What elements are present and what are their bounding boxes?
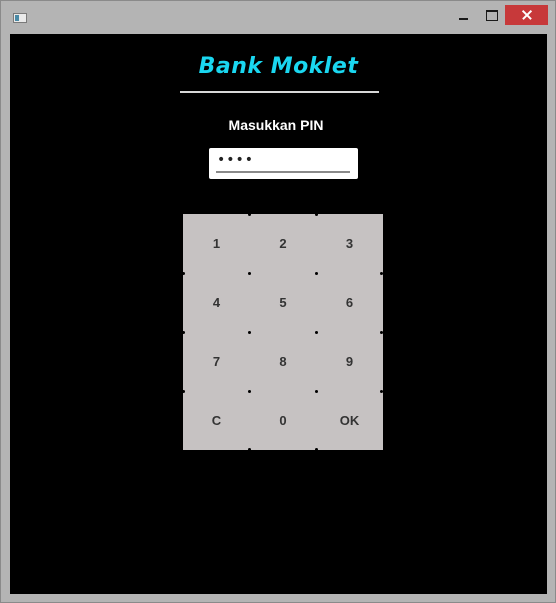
keypad-grid-dot xyxy=(315,448,318,451)
keypad-grid-dot xyxy=(248,390,251,393)
keypad-grid-dot xyxy=(248,213,251,216)
window-titlebar[interactable] xyxy=(1,1,555,33)
key-4[interactable]: 4 xyxy=(183,273,250,332)
key-2[interactable]: 2 xyxy=(250,214,316,273)
pin-label: Masukkan PIN xyxy=(228,117,324,133)
keypad: 1 2 3 4 5 6 7 8 9 C 0 OK xyxy=(183,214,383,450)
title-divider xyxy=(180,91,379,93)
keypad-grid-dot xyxy=(380,331,383,334)
keypad-grid-dot xyxy=(380,390,383,393)
app-icon[interactable] xyxy=(13,13,27,23)
key-7[interactable]: 7 xyxy=(183,332,250,391)
pin-input[interactable]: •••• xyxy=(209,148,358,179)
key-3[interactable]: 3 xyxy=(316,214,383,273)
key-1[interactable]: 1 xyxy=(183,214,250,273)
keypad-grid-dot xyxy=(182,331,185,334)
main-panel: Bank Moklet Masukkan PIN •••• 1 2 3 4 5 … xyxy=(10,34,547,594)
keypad-grid-dot xyxy=(315,272,318,275)
maximize-button[interactable] xyxy=(478,5,504,25)
close-button[interactable] xyxy=(505,5,548,25)
key-8[interactable]: 8 xyxy=(250,332,316,391)
keypad-grid-dot xyxy=(248,448,251,451)
key-9[interactable]: 9 xyxy=(316,332,383,391)
key-clear[interactable]: C xyxy=(183,391,250,450)
app-title: Bank Moklet xyxy=(198,54,359,79)
key-0[interactable]: 0 xyxy=(250,391,316,450)
keypad-grid-dot xyxy=(248,272,251,275)
app-window: Bank Moklet Masukkan PIN •••• 1 2 3 4 5 … xyxy=(0,0,556,603)
minimize-button[interactable] xyxy=(451,5,477,25)
key-ok[interactable]: OK xyxy=(316,391,383,450)
key-5[interactable]: 5 xyxy=(250,273,316,332)
keypad-grid-dot xyxy=(248,331,251,334)
pin-input-value: •••• xyxy=(217,152,255,168)
keypad-grid-dot xyxy=(315,390,318,393)
keypad-grid-dot xyxy=(182,272,185,275)
keypad-grid-dot xyxy=(380,272,383,275)
key-6[interactable]: 6 xyxy=(316,273,383,332)
keypad-grid-dot xyxy=(315,331,318,334)
keypad-grid-dot xyxy=(315,213,318,216)
keypad-grid-dot xyxy=(182,390,185,393)
pin-input-underline xyxy=(216,171,350,173)
